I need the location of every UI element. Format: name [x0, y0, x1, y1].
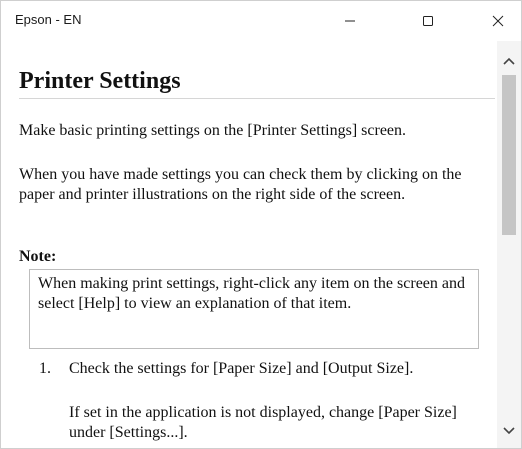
note-text: When making print settings, right-click … [38, 275, 465, 312]
intro-paragraph-1: Make basic printing settings on the [Pri… [19, 122, 407, 139]
step-text: Check the settings for [Paper Size] and … [69, 360, 414, 377]
scroll-up-button[interactable] [497, 49, 521, 73]
page-title: Printer Settings [19, 68, 181, 94]
scrollbar-thumb[interactable] [502, 75, 516, 235]
help-window: Epson - EN Printer Settings Make basic p… [0, 0, 522, 449]
minimize-icon [345, 20, 355, 22]
note-box: When making print settings, right-click … [29, 269, 479, 349]
close-icon [492, 15, 504, 27]
maximize-button[interactable] [405, 1, 451, 41]
step-number: 1. [39, 360, 51, 377]
scroll-down-button[interactable] [497, 419, 521, 443]
maximize-icon [423, 16, 433, 26]
close-button[interactable] [475, 1, 521, 41]
help-content: Printer Settings Make basic printing set… [1, 41, 497, 448]
chevron-up-icon [503, 57, 515, 65]
note-label: Note: [19, 248, 57, 265]
window-title: Epson - EN [15, 12, 82, 27]
title-bar[interactable]: Epson - EN [1, 1, 521, 41]
intro-paragraph-2: When you have made settings you can chec… [19, 166, 462, 203]
chevron-down-icon [503, 427, 515, 435]
step-subtext: If set in the application is not display… [69, 404, 457, 441]
minimize-button[interactable] [327, 1, 373, 41]
vertical-scrollbar[interactable] [497, 41, 521, 448]
title-divider [19, 98, 495, 99]
